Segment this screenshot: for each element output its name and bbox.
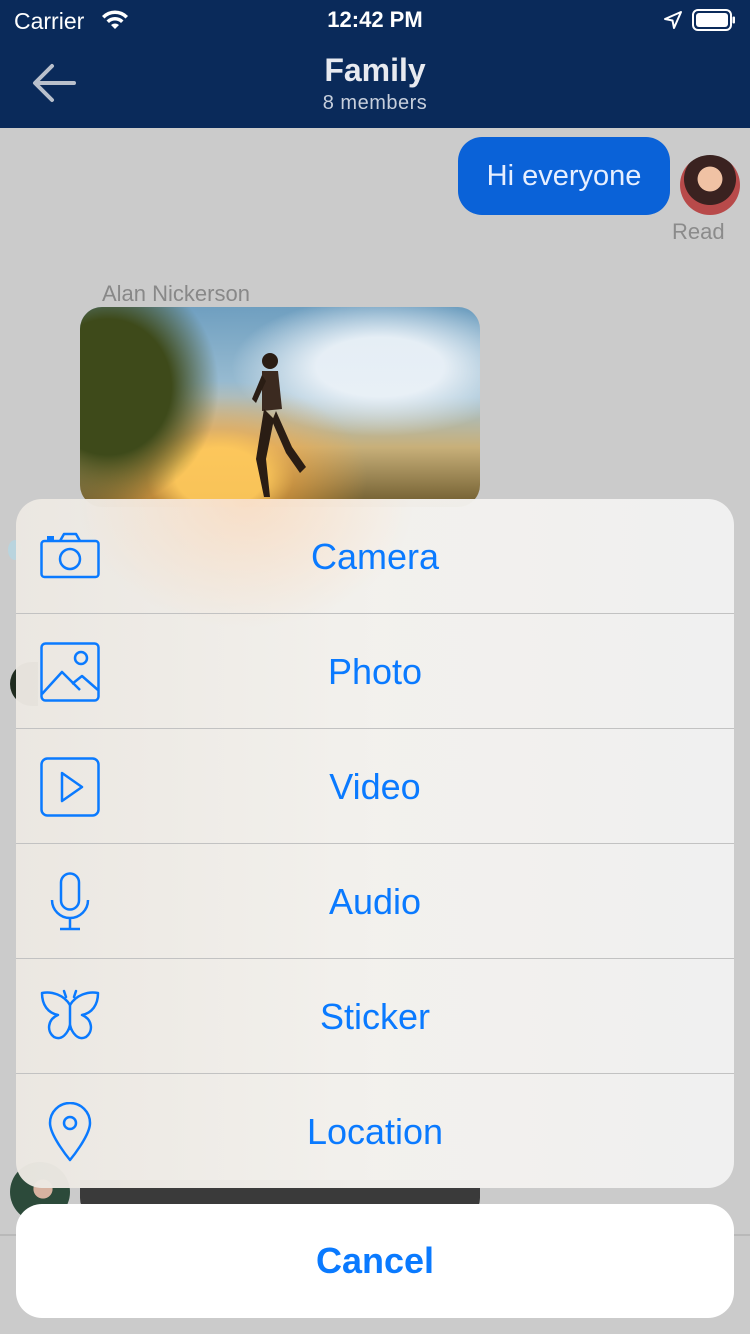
cancel-button[interactable]: Cancel	[16, 1204, 734, 1318]
cancel-label: Cancel	[315, 1240, 435, 1281]
clock: 12:42 PM	[327, 7, 423, 32]
sticker-label: Sticker	[319, 996, 431, 1037]
audio-option[interactable]: Audio	[16, 844, 734, 959]
location-arrow-icon	[664, 11, 682, 29]
runner-figure	[252, 353, 306, 497]
photo-message[interactable]	[80, 307, 480, 507]
avatar[interactable]	[680, 155, 740, 215]
photo-foliage	[80, 307, 220, 507]
video-option[interactable]: Video	[16, 729, 734, 844]
outgoing-message-bubble[interactable]: Hi everyone	[458, 137, 670, 215]
location-option[interactable]: Location	[16, 1074, 734, 1188]
location-label: Location	[306, 1111, 444, 1152]
video-label: Video	[329, 766, 421, 807]
attachment-action-sheet: Camera Photo Video Audio Sticker Locatio…	[16, 499, 734, 1188]
photo-option[interactable]: Photo	[16, 614, 734, 729]
member-count: 8 members	[322, 92, 428, 114]
audio-label: Audio	[328, 881, 422, 922]
navigation-bar: Carrier 12:42 PM Family 8 members	[0, 0, 750, 128]
camera-option[interactable]: Camera	[16, 499, 734, 614]
photo-label: Photo	[327, 651, 423, 692]
status-bar: Carrier 12:42 PM	[0, 0, 750, 40]
camera-label: Camera	[310, 536, 440, 577]
sender-name: Alan Nickerson	[102, 281, 250, 306]
page-title: Family	[324, 52, 426, 88]
battery-icon	[692, 9, 735, 31]
read-receipt: Read	[672, 219, 725, 244]
sticker-option[interactable]: Sticker	[16, 959, 734, 1074]
